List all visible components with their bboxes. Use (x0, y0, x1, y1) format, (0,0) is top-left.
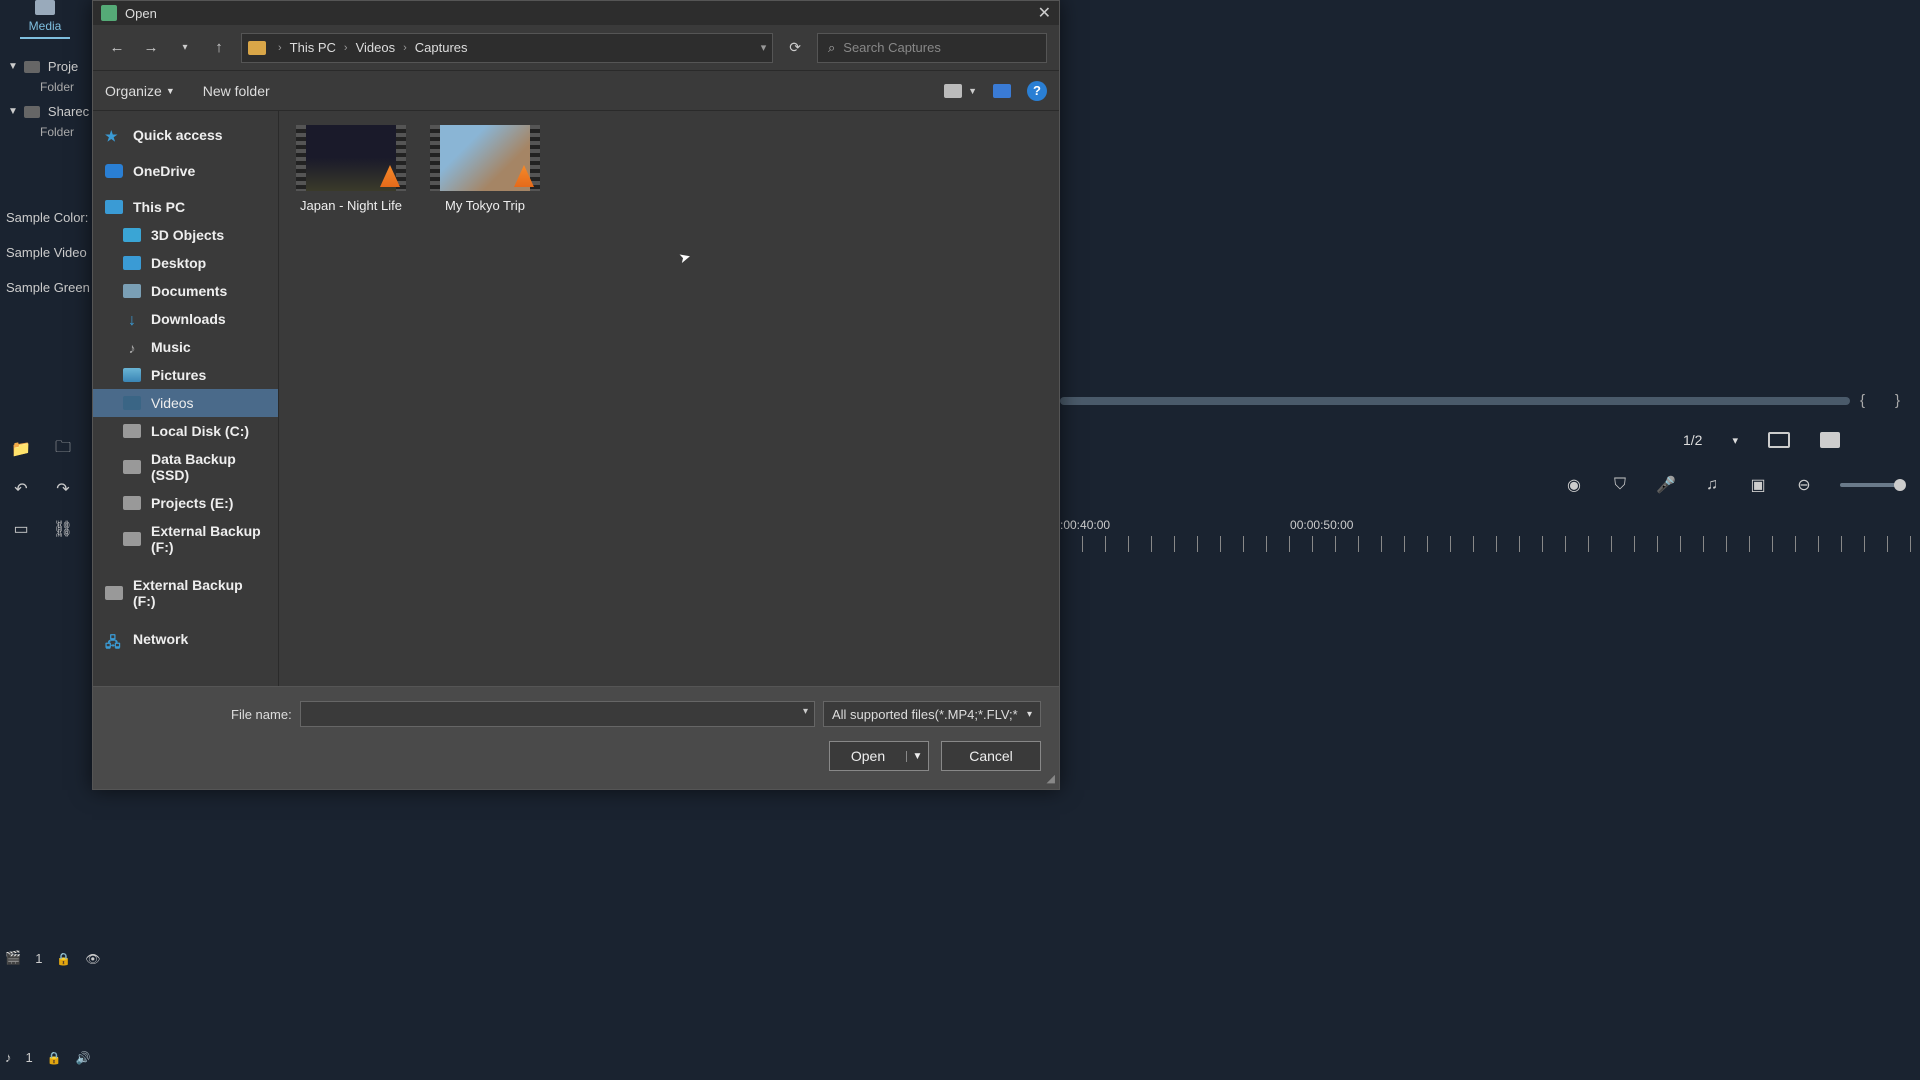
sidebar-item-3d-objects[interactable]: 3D Objects (93, 221, 278, 249)
file-item[interactable]: Japan - Night Life (293, 125, 409, 215)
notes-icon[interactable]: ♫ (1702, 475, 1722, 495)
volume-slider[interactable] (1840, 483, 1900, 487)
sidebar-item-disk-f1[interactable]: External Backup (F:) (93, 517, 278, 561)
media-tab[interactable]: Media (20, 19, 70, 39)
file-item[interactable]: My Tokyo Trip (427, 125, 543, 215)
tree-sub-folder: Folder (8, 78, 89, 100)
video-track-head[interactable]: 🎬1 (5, 950, 101, 966)
page-chevron-icon[interactable]: ▾ (1732, 434, 1738, 447)
open-split-icon[interactable]: ▼ (906, 751, 928, 762)
breadcrumb-item[interactable]: Videos (356, 40, 396, 55)
file-list-area[interactable]: Japan - Night Life My Tokyo Trip ➤ (279, 111, 1059, 686)
sidebar-item-disk-d[interactable]: Data Backup (SSD) (93, 445, 278, 489)
sidebar-item-disk-f2[interactable]: External Backup (F:) (93, 571, 278, 615)
refresh-button[interactable]: ⟳ (783, 39, 807, 56)
mic-icon[interactable]: 🎤 (1656, 475, 1676, 495)
monitor-icon[interactable] (1768, 432, 1790, 448)
sidebar-item-disk-e[interactable]: Projects (E:) (93, 489, 278, 517)
shield-icon[interactable]: ⛉ (1610, 475, 1630, 495)
import-folder-icon[interactable]: 📁 (10, 438, 32, 460)
filename-label: File name: (231, 707, 292, 722)
color-wheel-icon[interactable]: ◉ (1564, 475, 1584, 495)
sidebar-item-network[interactable]: 🖧Network (93, 625, 278, 653)
tree-item-project[interactable]: ▼Proje (8, 55, 89, 78)
tree-sub-folder2: Folder (8, 123, 89, 145)
nav-back-button[interactable]: ← (105, 36, 129, 60)
brace-out-icon[interactable]: } (1895, 392, 1900, 409)
marker-icon[interactable]: ▭ (10, 518, 32, 540)
page-indicator: 1/2 (1683, 432, 1702, 448)
app-icon (101, 5, 117, 21)
filename-input[interactable]: ▾ (300, 701, 815, 727)
breadcrumb-sep-icon: › (278, 42, 282, 54)
tree-item-shared[interactable]: ▼Sharec (8, 100, 89, 123)
folder-icon (248, 41, 266, 55)
sidebar-item-pictures[interactable]: Pictures (93, 361, 278, 389)
scrub-bar[interactable] (1060, 397, 1850, 405)
undo-icon[interactable]: ↶ (10, 478, 32, 500)
nav-up-button[interactable]: ↑ (207, 36, 231, 60)
mouse-cursor-icon: ➤ (677, 248, 693, 267)
sidebar-item-desktop[interactable]: Desktop (93, 249, 278, 277)
search-placeholder: Search Captures (843, 40, 941, 55)
dialog-titlebar[interactable]: Open ✕ (93, 1, 1059, 25)
file-type-filter[interactable]: All supported files(*.MP4;*.FLV;*▾ (823, 701, 1041, 727)
redo-icon[interactable]: ↷ (52, 478, 74, 500)
sidebar-item-disk-c[interactable]: Local Disk (C:) (93, 417, 278, 445)
sidebar-item-this-pc[interactable]: This PC (93, 193, 278, 221)
audio-track-head[interactable]: ♪1 (5, 1050, 91, 1065)
timeline-ruler[interactable]: :00:40:0000:00:50:00 (1060, 518, 1920, 552)
open-file-dialog: Open ✕ ← → ▾ ↑ › This PC › Videos › Capt… (92, 0, 1060, 790)
snapshot-icon[interactable] (1820, 432, 1840, 448)
nav-history-chevron-icon[interactable]: ▾ (173, 36, 197, 60)
close-button[interactable]: ✕ (1038, 3, 1051, 23)
breadcrumb[interactable]: › This PC › Videos › Captures ▾ (241, 33, 773, 63)
open-button[interactable]: Open▼ (829, 741, 929, 771)
frame-icon[interactable]: ▣ (1748, 475, 1768, 495)
organize-button[interactable]: Organize▼ (105, 83, 175, 99)
new-folder-button[interactable]: New folder (203, 83, 270, 99)
file-name: My Tokyo Trip (427, 197, 543, 215)
resize-grip-icon[interactable]: ◢ (1047, 772, 1055, 785)
zoom-out-icon[interactable]: ⊖ (1794, 475, 1814, 495)
file-name: Japan - Night Life (293, 197, 409, 215)
help-button[interactable]: ? (1027, 81, 1047, 101)
cancel-button[interactable]: Cancel (941, 741, 1041, 771)
sidebar-item-videos[interactable]: Videos (93, 389, 278, 417)
breadcrumb-item[interactable]: This PC (290, 40, 336, 55)
bg-sample-list: Sample Color: Sample Video Sample Green (0, 200, 96, 305)
brace-in-icon[interactable]: { (1860, 392, 1865, 409)
video-thumbnail (430, 125, 540, 191)
breadcrumb-chevron-icon[interactable]: ▾ (761, 41, 767, 54)
sidebar-item-documents[interactable]: Documents (93, 277, 278, 305)
sidebar-item-downloads[interactable]: ↓Downloads (93, 305, 278, 333)
video-thumbnail (296, 125, 406, 191)
sidebar-item-quick-access[interactable]: ★Quick access (93, 121, 278, 149)
preview-pane-button[interactable] (993, 84, 1011, 98)
view-mode-button[interactable]: ▼ (944, 84, 977, 98)
search-icon: ⌕ (828, 40, 835, 56)
import-file-icon[interactable]: 🗀 (52, 438, 74, 460)
dialog-title: Open (125, 6, 157, 21)
sidebar-item-music[interactable]: ♪Music (93, 333, 278, 361)
media-icon (35, 0, 55, 15)
nav-forward-button[interactable]: → (139, 36, 163, 60)
link-icon[interactable]: ⛓ (52, 518, 74, 540)
nav-sidebar: ★Quick access OneDrive This PC 3D Object… (93, 111, 279, 686)
search-input[interactable]: ⌕ Search Captures (817, 33, 1047, 63)
sidebar-item-onedrive[interactable]: OneDrive (93, 157, 278, 185)
breadcrumb-item[interactable]: Captures (415, 40, 468, 55)
filename-dropdown-icon[interactable]: ▾ (803, 706, 808, 717)
